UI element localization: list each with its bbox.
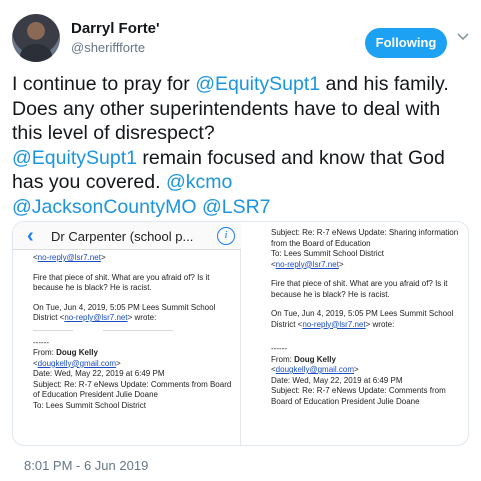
info-icon[interactable]: i xyxy=(217,227,235,245)
email-link[interactable]: dougkelly@gmail.com xyxy=(276,365,354,374)
from-name: Doug Kelly xyxy=(56,348,98,357)
avatar[interactable] xyxy=(12,14,60,62)
email-subject: Subject: Re: R-7 eNews Update: Comments … xyxy=(33,379,232,400)
email-subject: Subject: Re: R-7 eNews Update: Comments … xyxy=(271,386,446,406)
mention-link[interactable]: @JacksonCountyMO xyxy=(12,196,197,218)
tweet-media[interactable]: ‹ Dr Carpenter (school p... i <no-reply@… xyxy=(12,221,469,446)
text: > xyxy=(338,259,344,269)
email-link[interactable]: no-reply@lsr7.net xyxy=(276,260,339,269)
from-name: Doug Kelly xyxy=(294,354,336,364)
email-screenshot-right[interactable]: Subject: Re: R-7 eNews Update: Sharing i… xyxy=(249,222,468,445)
separator: ------ xyxy=(271,344,287,353)
mention-link[interactable]: @LSR7 xyxy=(202,196,271,218)
display-name[interactable]: Darryl Forte' xyxy=(71,20,160,37)
email-date: Date: Wed, May 22, 2019 at 6:49 PM xyxy=(271,375,403,385)
quote-header-end: > wrote: xyxy=(127,313,157,322)
from-label: From: xyxy=(33,348,57,357)
email-body: <no-reply@lsr7.net> Fire that piece of s… xyxy=(33,253,233,411)
avatar-figure xyxy=(20,44,52,62)
email-link[interactable]: no-reply@lsr7.net xyxy=(38,253,101,262)
chevron-down-icon[interactable] xyxy=(456,30,470,44)
tweet-text-segment: I continue to pray for xyxy=(12,73,196,95)
user-handle[interactable]: @sheriffforte xyxy=(71,40,145,55)
conversation-title: Dr Carpenter (school p... xyxy=(51,229,194,244)
text: > xyxy=(116,358,121,368)
tweet-header: Darryl Forte' @sheriffforte Following xyxy=(12,14,469,62)
separator: ------ xyxy=(33,337,49,347)
email-to: To: Lees Summit School District xyxy=(271,249,384,258)
text: > xyxy=(354,365,359,374)
email-body: Subject: Re: R-7 eNews Update: Sharing i… xyxy=(271,228,461,407)
following-button[interactable]: Following xyxy=(365,28,447,58)
quote-header-end: > wrote: xyxy=(365,319,395,329)
email-link[interactable]: dougkelly@gmail.com xyxy=(38,359,116,368)
email-link[interactable]: no-reply@lsr7.net xyxy=(302,320,365,329)
text: > xyxy=(100,253,106,262)
phone-nav-bar: ‹ Dr Carpenter (school p... i xyxy=(13,222,241,250)
tweet-text: I continue to pray for @EquitySupt1 and … xyxy=(12,72,472,219)
email-link[interactable]: no-reply@lsr7.net xyxy=(64,313,127,322)
mention-link[interactable]: @EquitySupt1 xyxy=(12,147,137,169)
email-to: To: Lees Summit School District xyxy=(33,400,146,410)
mention-link[interactable]: @EquitySupt1 xyxy=(195,73,320,95)
email-message: Fire that piece of shit. What are you af… xyxy=(271,279,448,299)
email-date: Date: Wed, May 22, 2019 at 6:49 PM xyxy=(33,369,165,378)
email-subject: Subject: Re: R-7 eNews Update: Sharing i… xyxy=(271,228,459,248)
chevron-left-icon[interactable]: ‹ xyxy=(27,225,34,248)
email-screenshot-left[interactable]: ‹ Dr Carpenter (school p... i <no-reply@… xyxy=(13,222,241,445)
mention-link[interactable]: @kcmo xyxy=(166,171,232,193)
faint-divider xyxy=(33,329,73,331)
email-message: Fire that piece of shit. What are you af… xyxy=(33,272,210,293)
faint-divider xyxy=(103,329,173,331)
tweet-timestamp[interactable]: 8:01 PM - 6 Jun 2019 xyxy=(24,458,148,473)
from-label: From: xyxy=(271,354,295,364)
